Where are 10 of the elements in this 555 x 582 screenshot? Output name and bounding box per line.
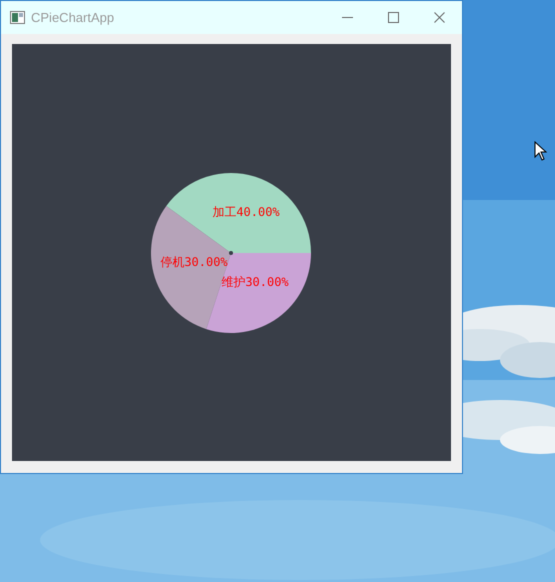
slice-label: 维护30.00% bbox=[221, 275, 289, 289]
maximize-icon bbox=[388, 12, 398, 23]
app-icon bbox=[10, 11, 25, 24]
center-dot bbox=[229, 251, 233, 255]
slice-label: 加工40.00% bbox=[212, 205, 280, 219]
slice-label: 停机30.00% bbox=[160, 255, 228, 269]
window-title: CPieChartApp bbox=[31, 8, 114, 27]
close-icon bbox=[434, 12, 444, 23]
minimize-icon bbox=[342, 17, 352, 18]
cursor-icon bbox=[534, 141, 547, 161]
